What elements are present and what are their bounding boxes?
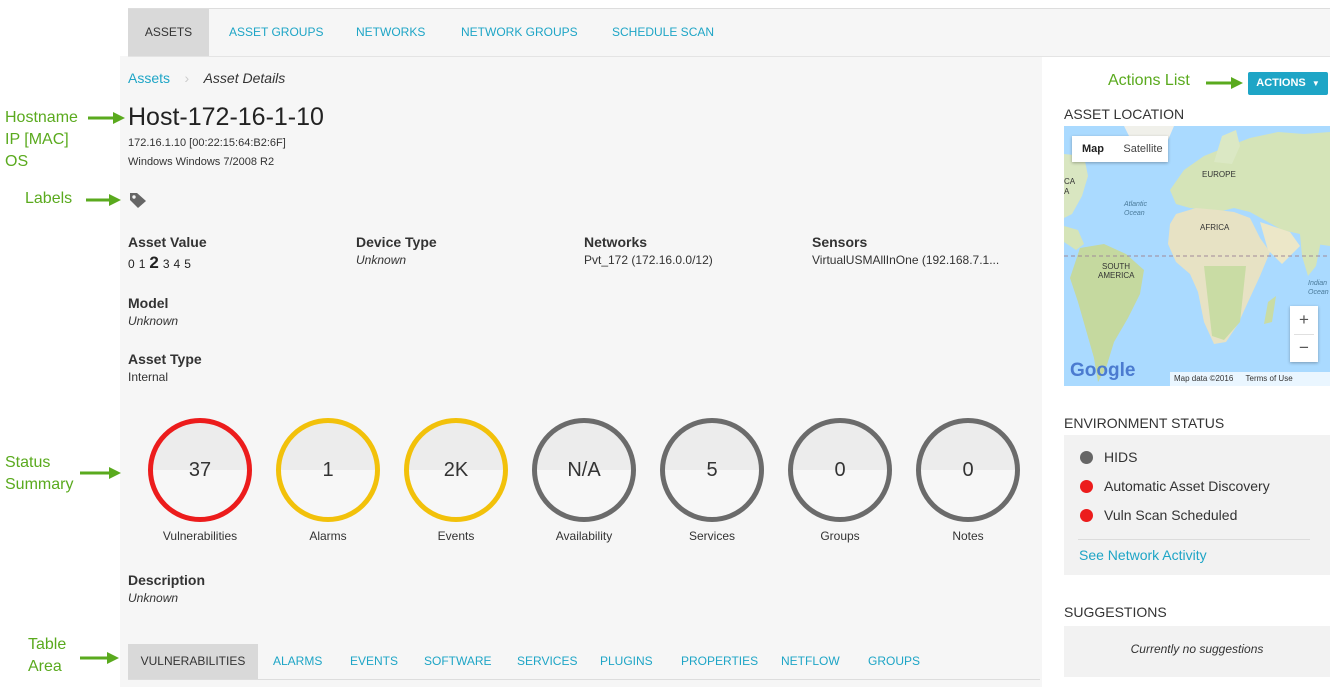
notes-count: 0 [962,458,974,481]
services-count: 5 [706,458,718,481]
asset-type-value: Internal [128,370,169,384]
asset-value-selector: 012345 [128,253,191,273]
alarms-count: 1 [322,458,334,481]
suggestions-box: Currently no suggestions [1064,626,1330,677]
map-label-africa: AFRICA [1200,223,1230,232]
hids-status-icon [1080,451,1093,464]
services-label: Services [688,529,735,543]
suggestions-empty-text: Currently no suggestions [1130,642,1264,656]
description-label: Description [128,572,206,588]
tab-events[interactable]: EVENTS [350,644,398,679]
tab-alarms[interactable]: ALARMS [273,644,322,679]
page-title: Host-172-16-1-10 [128,103,324,131]
environment-status-box: HIDS Automatic Asset Discovery Vuln Scan… [1064,435,1330,575]
tab-netflow[interactable]: NETFLOW [781,644,840,679]
device-type-value: Unknown [356,253,407,267]
notes-circle[interactable]: 0 [916,418,1020,522]
env-item-hids: HIDS [1104,449,1138,465]
tab-plugins[interactable]: PLUGINS [600,644,653,679]
asset-location-title: ASSET LOCATION [1064,106,1185,122]
tab-properties[interactable]: PROPERTIES [681,644,758,679]
vulnerabilities-label: Vulnerabilities [162,529,238,543]
zoom-out-icon[interactable]: − [1290,334,1318,362]
tag-icon[interactable] [129,192,147,209]
alarms-circle[interactable]: 1 [276,418,380,522]
asset-value-label: Asset Value [128,234,207,250]
groups-label: Groups [820,529,860,543]
availability-circle[interactable]: N/A [532,418,636,522]
asset-value-option-selected[interactable]: 2 [149,253,158,272]
map-label-atlantic-ocean: Ocean [1124,210,1145,217]
map-terms-link[interactable]: Terms of Use [1246,374,1293,383]
events-count: 2K [443,458,469,481]
vuln-scan-status-icon [1080,509,1093,522]
map-label-europe: EUROPE [1202,170,1236,179]
model-value: Unknown [128,314,179,328]
google-logo: Google [1070,360,1136,381]
tab-groups[interactable]: GROUPS [868,644,920,679]
events-circle[interactable]: 2K [404,418,508,522]
os-name: Windows Windows 7/2008 R2 [128,156,275,168]
vulnerabilities-circle[interactable]: 37 [148,418,252,522]
notes-label: Notes [952,529,984,543]
map-type-control: Map Satellite [1072,136,1168,162]
map-type-satellite-button[interactable]: Satellite [1118,136,1168,162]
suggestions-title: SUGGESTIONS [1064,604,1167,620]
map-zoom-control: + − [1290,306,1318,362]
asset-discovery-status-icon [1080,480,1093,493]
availability-value: N/A [567,458,601,481]
alarms-label: Alarms [309,529,347,543]
caret-down-icon: ▼ [1311,79,1320,88]
env-divider [1078,539,1310,540]
table-tabs: VULNERABILITIES ALARMS EVENTS SOFTWARE S… [128,644,1040,680]
asset-value-option[interactable]: 1 [139,257,146,271]
tab-software[interactable]: SOFTWARE [424,644,492,679]
actions-button-label: ACTIONS [1256,77,1306,89]
map-type-map-button[interactable]: Map [1072,136,1114,162]
groups-circle[interactable]: 0 [788,418,892,522]
vulnerabilities-count: 37 [188,458,212,481]
asset-value-option[interactable]: 0 [128,257,135,271]
map-attribution: Map data ©2016 Terms of Use [1170,372,1330,386]
actions-button[interactable]: ACTIONS ▼ [1248,72,1328,95]
map-label-edge-ca: CA [1064,177,1076,186]
availability-label: Availability [555,529,613,543]
tab-services[interactable]: SERVICES [517,644,577,679]
asset-value-option[interactable]: 4 [174,257,181,271]
map-label-indian: Indian [1308,280,1328,287]
asset-value-option[interactable]: 5 [184,257,191,271]
env-item-asset-discovery: Automatic Asset Discovery [1104,478,1270,494]
device-type-label: Device Type [356,234,437,250]
groups-count: 0 [834,458,846,481]
events-label: Events [437,529,475,543]
environment-status-title: ENVIRONMENT STATUS [1064,415,1225,431]
zoom-in-icon[interactable]: + [1290,306,1318,334]
sensors-value: VirtualUSMAllInOne (192.168.7.1... [812,253,1000,267]
map-label-indian-ocean: Ocean [1308,289,1329,296]
asset-type-label: Asset Type [128,351,202,367]
networks-label: Networks [584,234,648,250]
description-value: Unknown [128,591,179,605]
map-label-atlantic: Atlantic [1124,201,1147,208]
map-label-edge-a: A [1064,187,1070,196]
model-label: Model [128,295,169,311]
networks-value: Pvt_172 (172.16.0.0/12) [584,253,713,267]
map-label-south: SOUTH [1102,262,1130,271]
services-circle[interactable]: 5 [660,418,764,522]
env-item-vuln-scan: Vuln Scan Scheduled [1104,507,1238,523]
asset-value-option[interactable]: 3 [163,257,170,271]
asset-location-map[interactable]: Map Satellite EUROPE AFRICA Atlantic Oce… [1064,126,1330,386]
map-data-credit: Map data ©2016 [1174,374,1234,383]
see-network-activity-link[interactable]: See Network Activity [1079,547,1207,563]
ip-mac: 172.16.1.10 [00:22:15:64:B2:6F] [128,137,286,149]
sensors-label: Sensors [812,234,868,250]
tab-vulnerabilities[interactable]: VULNERABILITIES [128,644,258,679]
map-label-america: AMERICA [1098,271,1135,280]
